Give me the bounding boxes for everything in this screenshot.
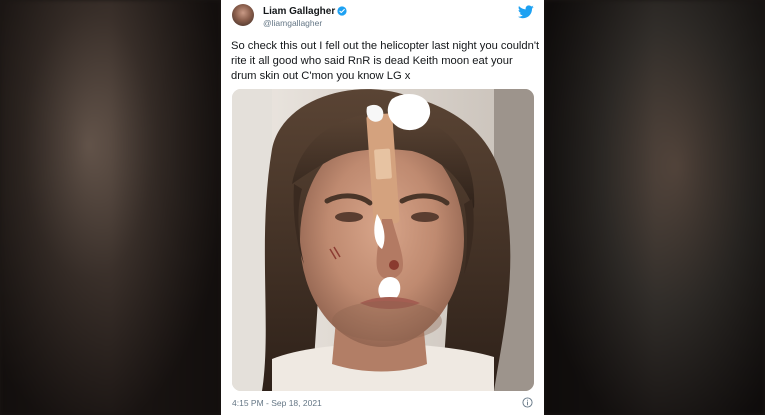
tweet-text: So check this out I fell out the helicop… <box>231 40 540 82</box>
embedded-tweet-card: Liam Gallagher @liamgallagher So check t… <box>221 0 544 415</box>
selfie-photo-illustration <box>232 89 534 391</box>
display-name[interactable]: Liam Gallagher <box>263 6 335 17</box>
tweet-photo[interactable] <box>232 89 534 391</box>
blurred-background-left <box>0 0 221 415</box>
twitter-bird-icon[interactable] <box>518 5 534 19</box>
tweet-timestamp[interactable]: 4:15 PM - Sep 18, 2021 <box>232 398 322 408</box>
user-handle[interactable]: @liamgallagher <box>263 18 322 28</box>
avatar[interactable] <box>232 4 254 26</box>
verified-badge-icon <box>337 6 347 16</box>
blurred-background-right <box>544 0 765 415</box>
info-icon[interactable] <box>522 397 533 408</box>
